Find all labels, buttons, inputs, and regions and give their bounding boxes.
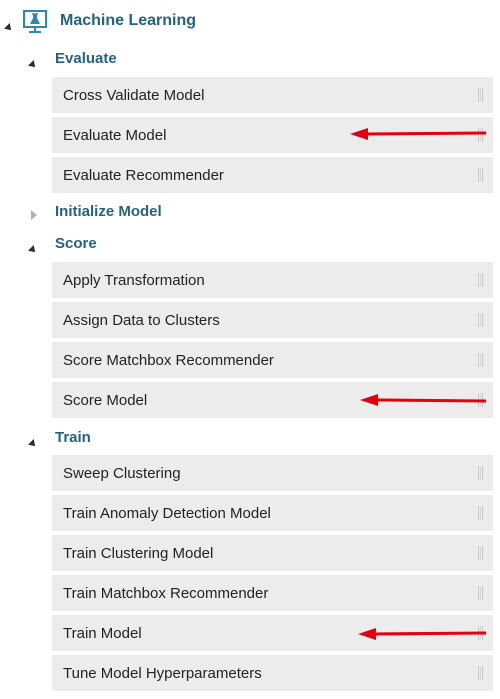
drag-handle-icon[interactable] xyxy=(478,666,483,680)
drag-handle-icon[interactable] xyxy=(478,466,483,480)
flask-monitor-icon xyxy=(23,10,47,33)
module-item-cross-validate-model[interactable]: Cross Validate Model xyxy=(52,77,493,113)
drag-handle-icon[interactable] xyxy=(478,168,483,182)
drag-handle-icon[interactable] xyxy=(478,273,483,287)
category-label[interactable]: Score xyxy=(55,235,97,252)
module-item-tune-model-hyperparameters[interactable]: Tune Model Hyperparameters xyxy=(52,655,493,691)
drag-handle-icon[interactable] xyxy=(478,546,483,560)
annotation-arrow-train-model xyxy=(358,628,487,640)
module-item-sweep-clustering[interactable]: Sweep Clustering xyxy=(52,455,493,491)
tree-root-label[interactable]: Machine Learning xyxy=(60,12,196,30)
category-evaluate[interactable]: Evaluate xyxy=(0,47,500,71)
module-label: Train Model xyxy=(63,625,142,642)
annotation-arrow-score-model xyxy=(360,394,487,406)
tree-root-machine-learning[interactable]: Machine Learning xyxy=(0,6,500,36)
module-item-assign-data-to-clusters[interactable]: Assign Data to Clusters xyxy=(52,302,493,338)
module-label: Tune Model Hyperparameters xyxy=(63,665,262,682)
drag-handle-icon[interactable] xyxy=(478,313,483,327)
module-label: Train Matchbox Recommender xyxy=(63,585,269,602)
category-label[interactable]: Initialize Model xyxy=(55,203,162,220)
expand-collapse-toggle-icon[interactable] xyxy=(28,240,38,258)
module-label: Evaluate Recommender xyxy=(63,167,224,184)
module-label: Cross Validate Model xyxy=(63,87,205,104)
annotation-arrow-evaluate-model xyxy=(350,128,487,140)
expand-collapse-toggle-icon[interactable] xyxy=(28,55,38,73)
module-label: Assign Data to Clusters xyxy=(63,312,220,329)
module-item-apply-transformation[interactable]: Apply Transformation xyxy=(52,262,493,298)
drag-handle-icon[interactable] xyxy=(478,353,483,367)
module-item-train-clustering-model[interactable]: Train Clustering Model xyxy=(52,535,493,571)
module-label: Sweep Clustering xyxy=(63,465,181,482)
module-item-train-matchbox-recommender[interactable]: Train Matchbox Recommender xyxy=(52,575,493,611)
category-label[interactable]: Train xyxy=(55,429,91,446)
module-label: Score Model xyxy=(63,392,148,409)
module-label: Evaluate Model xyxy=(63,127,167,144)
category-label[interactable]: Evaluate xyxy=(55,50,117,67)
category-score[interactable]: Score xyxy=(0,232,500,256)
expand-collapse-toggle-icon[interactable] xyxy=(28,434,38,452)
module-label: Apply Transformation xyxy=(63,272,205,289)
drag-handle-icon[interactable] xyxy=(478,88,483,102)
category-initialize-model[interactable]: Initialize Model xyxy=(0,200,500,224)
drag-handle-icon[interactable] xyxy=(478,586,483,600)
expand-collapse-toggle-icon[interactable] xyxy=(4,18,14,36)
module-label: Train Anomaly Detection Model xyxy=(63,505,271,522)
expand-toggle-icon[interactable] xyxy=(31,207,37,225)
drag-handle-icon[interactable] xyxy=(478,506,483,520)
module-item-train-anomaly-detection-model[interactable]: Train Anomaly Detection Model xyxy=(52,495,493,531)
module-label: Train Clustering Model xyxy=(63,545,214,562)
module-label: Score Matchbox Recommender xyxy=(63,352,274,369)
category-train[interactable]: Train xyxy=(0,426,500,450)
module-item-evaluate-recommender[interactable]: Evaluate Recommender xyxy=(52,157,493,193)
module-item-score-matchbox-recommender[interactable]: Score Matchbox Recommender xyxy=(52,342,493,378)
